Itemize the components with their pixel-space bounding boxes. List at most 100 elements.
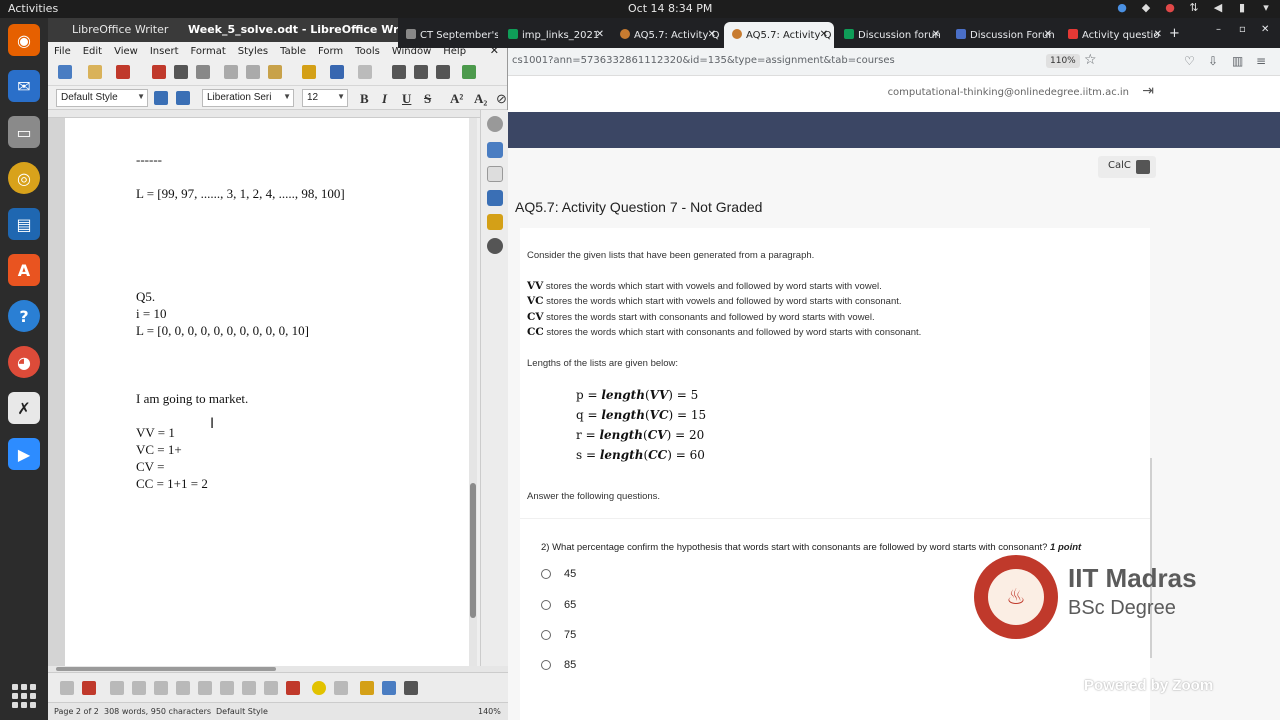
menu-view[interactable]: View — [114, 46, 138, 57]
copy-icon[interactable] — [246, 65, 260, 79]
logout-icon[interactable]: ⇥ — [1142, 83, 1154, 99]
comment-icon[interactable] — [312, 681, 326, 695]
paragraph-style-select[interactable]: Default Style ▼ — [56, 89, 148, 107]
new-style-icon[interactable] — [176, 91, 190, 105]
power-menu-icon[interactable]: ▾ — [1260, 1, 1272, 14]
font-size-select[interactable]: 12 ▼ — [302, 89, 348, 107]
maximize-icon[interactable]: ▫ — [1239, 24, 1246, 35]
tab[interactable]: CT September's — [398, 22, 498, 48]
hamburger-menu-icon[interactable]: ≡ — [1256, 54, 1266, 68]
menu-table[interactable]: Table — [280, 46, 306, 57]
zoom-indicator[interactable]: 110% — [1046, 54, 1080, 68]
menu-insert[interactable]: Insert — [150, 46, 179, 57]
new-document-icon[interactable] — [58, 65, 72, 79]
sidebar-styles-icon[interactable] — [487, 190, 503, 206]
lock-icon[interactable] — [360, 681, 374, 695]
rhythmbox-icon[interactable]: ◎ — [8, 162, 40, 194]
option-label[interactable]: 85 — [564, 659, 576, 671]
record-icon[interactable]: ● — [1164, 1, 1176, 14]
thunderbird-icon[interactable]: ✉ — [8, 70, 40, 102]
undo-icon[interactable] — [330, 65, 344, 79]
doc-line[interactable]: L = [0, 0, 0, 0, 0, 0, 0, 0, 0, 0, 10] — [136, 323, 309, 339]
clear-formatting-icon[interactable]: ⊘ — [496, 91, 507, 107]
cut-icon[interactable] — [224, 65, 238, 79]
answer-option[interactable]: 45 — [541, 568, 576, 580]
menu-styles[interactable]: Styles — [238, 46, 268, 57]
url-text[interactable]: cs1001?ann=5736332861112320&id=135&type=… — [512, 55, 895, 66]
system-tray[interactable]: ● ◆ ● ⇅ ◀ ▮ ▾ — [1116, 1, 1272, 14]
document-canvas[interactable]: ------ L = [99, 97, ......, 3, 1, 2, 4, … — [48, 118, 469, 666]
spelling-icon[interactable] — [414, 65, 428, 79]
tab[interactable]: Discussion forun ✕ — [836, 22, 946, 48]
radio-button[interactable] — [541, 600, 551, 610]
page-style[interactable]: Default Style — [216, 707, 268, 716]
menu-format[interactable]: Format — [191, 46, 226, 57]
close-window-icon[interactable]: ✕ — [1261, 24, 1269, 35]
align-left-icon[interactable] — [110, 681, 124, 695]
network-icon[interactable]: ⇅ — [1188, 1, 1200, 14]
subscript-icon[interactable]: A₂ — [474, 91, 487, 107]
volume-icon[interactable]: ◀ — [1212, 1, 1224, 14]
menu-file[interactable]: File — [54, 46, 71, 57]
zoom-tray-icon[interactable]: ● — [1116, 1, 1128, 14]
radio-button[interactable] — [541, 569, 551, 579]
align-center-icon[interactable] — [132, 681, 146, 695]
option-label[interactable]: 45 — [564, 568, 576, 580]
track-changes-icon[interactable] — [60, 681, 74, 695]
chrome-icon[interactable]: ◕ — [8, 346, 40, 378]
outdent-icon[interactable] — [264, 681, 278, 695]
formatting-marks-icon[interactable] — [436, 65, 450, 79]
libreoffice-writer-icon[interactable]: ▤ — [8, 208, 40, 240]
bookmark-star-icon[interactable]: ☆ — [1084, 52, 1097, 68]
list-icon[interactable] — [198, 681, 212, 695]
address-bar[interactable]: cs1001?ann=5736332861112320&id=135&type=… — [508, 48, 1280, 76]
software-center-icon[interactable]: A — [8, 254, 40, 286]
scrollbar-thumb[interactable] — [470, 483, 476, 618]
export-pdf-icon[interactable] — [152, 65, 166, 79]
calculator-button[interactable]: CalC — [1098, 156, 1156, 178]
menu-edit[interactable]: Edit — [83, 46, 102, 57]
app-menu-label[interactable]: LibreOffice Writer — [72, 23, 168, 36]
doc-line[interactable]: I am going to market. — [136, 391, 248, 407]
sidebar-settings-icon[interactable] — [487, 116, 503, 132]
menu-tools[interactable]: Tools — [355, 46, 380, 57]
dropbox-icon[interactable]: ◆ — [1140, 1, 1152, 14]
clock[interactable]: Oct 14 8:34 PM — [628, 2, 712, 15]
answer-option[interactable]: 75 — [541, 629, 576, 641]
doc-line[interactable]: CV = — [136, 459, 164, 475]
word-count[interactable]: 308 words, 950 characters — [104, 707, 211, 716]
firefox-icon[interactable]: ◉ — [8, 24, 40, 56]
print-icon[interactable] — [174, 65, 188, 79]
clone-formatting-icon[interactable] — [302, 65, 316, 79]
align-right-icon[interactable] — [154, 681, 168, 695]
vertical-scrollbar[interactable] — [469, 118, 477, 666]
answer-option[interactable]: 65 — [541, 599, 576, 611]
minimize-icon[interactable]: – — [1216, 24, 1221, 35]
zoom-icon[interactable]: ▶ — [8, 438, 40, 470]
tab[interactable]: Activity questio ✕ — [1060, 22, 1168, 48]
doc-line[interactable]: CC = 1+1 = 2 — [136, 476, 208, 492]
tab[interactable]: Discussion Forun ✕ — [948, 22, 1058, 48]
page-count[interactable]: Page 2 of 2 — [54, 707, 99, 716]
download-icon[interactable]: ⇩ — [1208, 54, 1218, 68]
font-name-select[interactable]: Liberation Seri ▼ — [202, 89, 294, 107]
save-icon[interactable] — [116, 65, 130, 79]
numbered-list-icon[interactable] — [220, 681, 234, 695]
menu-form[interactable]: Form — [318, 46, 343, 57]
pocket-icon[interactable]: ♡ — [1184, 54, 1195, 68]
doc-line[interactable]: VC = 1+ — [136, 442, 182, 458]
paste-icon[interactable] — [268, 65, 282, 79]
superscript-icon[interactable]: A² — [450, 91, 463, 107]
field-icon[interactable] — [334, 681, 348, 695]
files-icon[interactable]: ▭ — [8, 116, 40, 148]
update-style-icon[interactable] — [154, 91, 168, 105]
tab[interactable]: imp_links_2021 ✕ — [500, 22, 610, 48]
strikethrough-icon[interactable]: S — [424, 91, 431, 107]
find-replace-icon[interactable] — [392, 65, 406, 79]
bold-icon[interactable]: B — [360, 91, 369, 107]
doc-line[interactable]: L = [99, 97, ......, 3, 1, 2, 4, ....., … — [136, 186, 345, 202]
close-tab-icon[interactable]: ✕ — [820, 29, 828, 40]
sidebar-properties-icon[interactable] — [487, 142, 503, 158]
justify-icon[interactable] — [176, 681, 190, 695]
sidebar-navigator-icon[interactable] — [487, 238, 503, 254]
